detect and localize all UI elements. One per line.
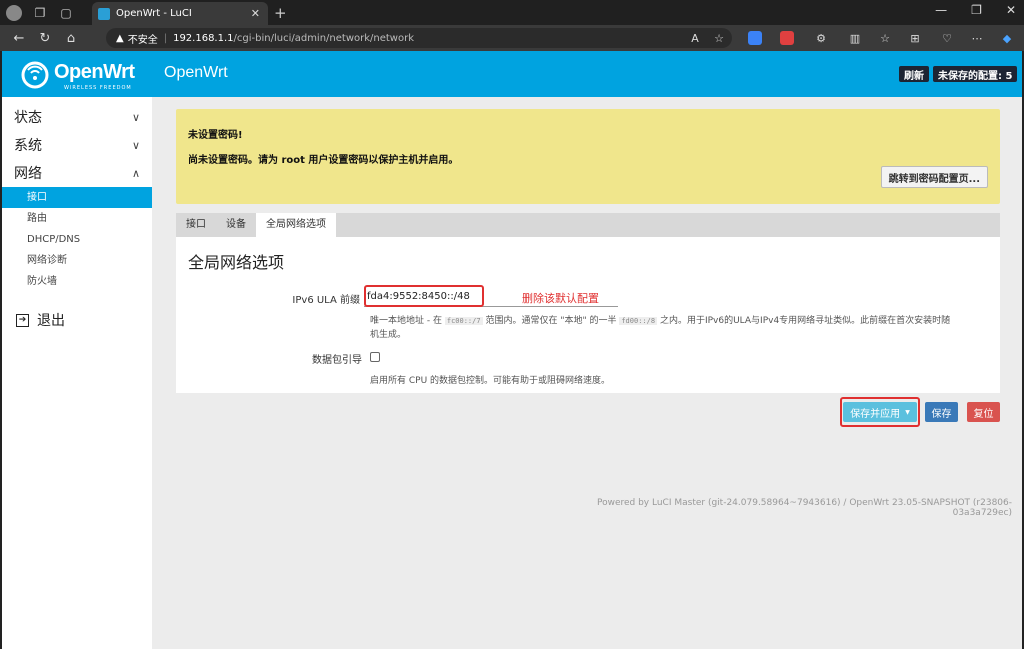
tab-devices[interactable]: 设备: [216, 213, 256, 237]
logo-text: OpenWrt: [54, 61, 135, 83]
sidebar-item-label: 系统: [14, 138, 42, 154]
restore-icon[interactable]: ❐: [971, 3, 982, 17]
logo-tagline: WIRELESS FREEDOM: [64, 85, 132, 91]
extension-icon[interactable]: [780, 31, 794, 45]
panel-title: 全局网络选项: [188, 253, 285, 272]
sidebar-item-routes[interactable]: 路由: [2, 208, 152, 229]
dropdown-arrow-icon: ▼: [905, 408, 910, 416]
logout-link[interactable]: ➔ 退出: [2, 310, 152, 330]
annotation-text: 删除该默认配置: [522, 292, 599, 305]
tab-title: OpenWrt - LuCI: [116, 8, 192, 19]
logout-icon: ➔: [16, 313, 29, 327]
sidebar-item-firewall[interactable]: 防火墙: [2, 271, 152, 292]
new-tab-icon[interactable]: +: [274, 4, 287, 22]
luci-header: OpenWrt WIRELESS FREEDOM OpenWrt 刷新 未保存的…: [2, 51, 1022, 97]
read-aloud-icon[interactable]: A: [686, 29, 704, 47]
tab-bar: 接口 设备 全局网络选项: [176, 213, 1000, 237]
refresh-button[interactable]: 刷新: [899, 66, 929, 82]
performance-icon[interactable]: ♡: [938, 29, 956, 47]
browser-tab[interactable]: OpenWrt - LuCI ✕: [92, 2, 268, 25]
sidebar: 状态 ∨ 系统 ∨ 网络 ∧ 接口 路由 DHCP/DNS 网络诊断 防火墙 ➔…: [2, 97, 152, 649]
ula-prefix-label: IPv6 ULA 前缀: [292, 295, 360, 306]
sidebar-item-system[interactable]: 系统 ∨: [2, 131, 152, 159]
tab-actions-icon[interactable]: ▢: [58, 5, 74, 21]
brand-title[interactable]: OpenWrt: [164, 64, 228, 82]
extension-icon[interactable]: [748, 31, 762, 45]
address-bar-row: ← ↻ ⌂ ▲ 不安全 | 192.168.1.1 /cgi-bin/luci/…: [0, 25, 1024, 51]
chevron-up-icon: ∧: [131, 166, 140, 180]
save-apply-button[interactable]: 保存并应用 ▼: [843, 402, 917, 422]
code-fc00: fc00::/7: [444, 317, 483, 325]
password-warning: 未设置密码! 尚未设置密码。请为 root 用户设置密码以保护主机并启用。 跳转…: [176, 109, 1000, 204]
url-separator: |: [163, 32, 168, 44]
packet-steering-label: 数据包引导: [312, 355, 362, 366]
close-tab-icon[interactable]: ✕: [251, 7, 260, 20]
sidebar-item-label: 网络: [14, 166, 42, 182]
url-path: /cgi-bin/luci/admin/network/network: [233, 32, 415, 44]
profile-avatar[interactable]: [6, 4, 22, 21]
extensions-icon[interactable]: ⚙: [812, 29, 830, 47]
reset-button[interactable]: 复位: [967, 402, 1000, 422]
tab-global-options[interactable]: 全局网络选项: [256, 213, 336, 237]
url-host: 192.168.1.1: [173, 32, 234, 44]
sidebar-item-network[interactable]: 网络 ∧: [2, 159, 152, 187]
openwrt-logo[interactable]: OpenWrt WIRELESS FREEDOM: [20, 57, 138, 93]
global-options-panel: 全局网络选项 IPv6 ULA 前缀 删除该默认配置 唯一本地地址 - 在 fc…: [176, 237, 1000, 393]
browser-titlebar: ❐ ▢ OpenWrt - LuCI ✕ + — ❐ ✕: [0, 0, 1024, 25]
logout-label: 退出: [37, 313, 65, 329]
more-icon[interactable]: ⋯: [968, 29, 986, 47]
chevron-down-icon: ∨: [131, 138, 140, 152]
page-content: OpenWrt WIRELESS FREEDOM OpenWrt 刷新 未保存的…: [0, 51, 1024, 649]
openwrt-logo-icon: [21, 61, 49, 89]
main-content: 未设置密码! 尚未设置密码。请为 root 用户设置密码以保护主机并启用。 跳转…: [152, 97, 1022, 649]
sidebar-item-diagnostics[interactable]: 网络诊断: [2, 250, 152, 271]
collections-icon[interactable]: ⊞: [906, 29, 924, 47]
footer-text: Powered by LuCI Master (git-24.079.58964…: [596, 498, 1012, 518]
reload-icon[interactable]: ↻: [32, 31, 58, 46]
warning-icon: ▲: [116, 32, 124, 44]
alert-message: 尚未设置密码。请为 root 用户设置密码以保护主机并启用。: [188, 155, 459, 166]
sidebar-item-status[interactable]: 状态 ∨: [2, 103, 152, 131]
copilot-icon[interactable]: ◆: [998, 29, 1016, 47]
save-button[interactable]: 保存: [925, 402, 958, 422]
annotation-box: [364, 285, 484, 307]
workspaces-icon[interactable]: ❐: [32, 5, 48, 21]
ula-help-text: 唯一本地地址 - 在 fc00::/7 范围内。通常仅在 "本地" 的一半 fd…: [370, 316, 951, 340]
tab-interfaces[interactable]: 接口: [176, 213, 216, 237]
packet-steering-help: 启用所有 CPU 的数据包控制。可能有助于或阻碍网络速度。: [370, 376, 611, 386]
sidebar-item-label: 状态: [14, 110, 42, 126]
alert-title: 未设置密码!: [188, 130, 243, 141]
favicon-icon: [98, 7, 110, 20]
close-window-icon[interactable]: ✕: [1006, 3, 1016, 17]
code-fd00: fd00::/8: [619, 317, 658, 325]
sidebar-item-interfaces[interactable]: 接口: [2, 187, 152, 208]
packet-steering-checkbox[interactable]: [370, 352, 380, 362]
unsaved-changes-button[interactable]: 未保存的配置: 5: [933, 66, 1018, 82]
goto-password-button[interactable]: 跳转到密码配置页...: [880, 166, 988, 188]
sidebar-item-dhcp-dns[interactable]: DHCP/DNS: [2, 229, 152, 250]
chevron-down-icon: ∨: [131, 110, 140, 124]
security-label: 不安全: [127, 34, 158, 46]
favorites-icon[interactable]: ☆: [876, 29, 894, 47]
favorite-star-icon[interactable]: ☆: [710, 29, 728, 47]
minimize-icon[interactable]: —: [935, 3, 947, 17]
back-icon[interactable]: ←: [6, 31, 32, 46]
split-screen-icon[interactable]: ▥: [846, 29, 864, 47]
home-icon[interactable]: ⌂: [58, 31, 84, 46]
url-field[interactable]: ▲ 不安全 | 192.168.1.1 /cgi-bin/luci/admin/…: [106, 28, 732, 48]
